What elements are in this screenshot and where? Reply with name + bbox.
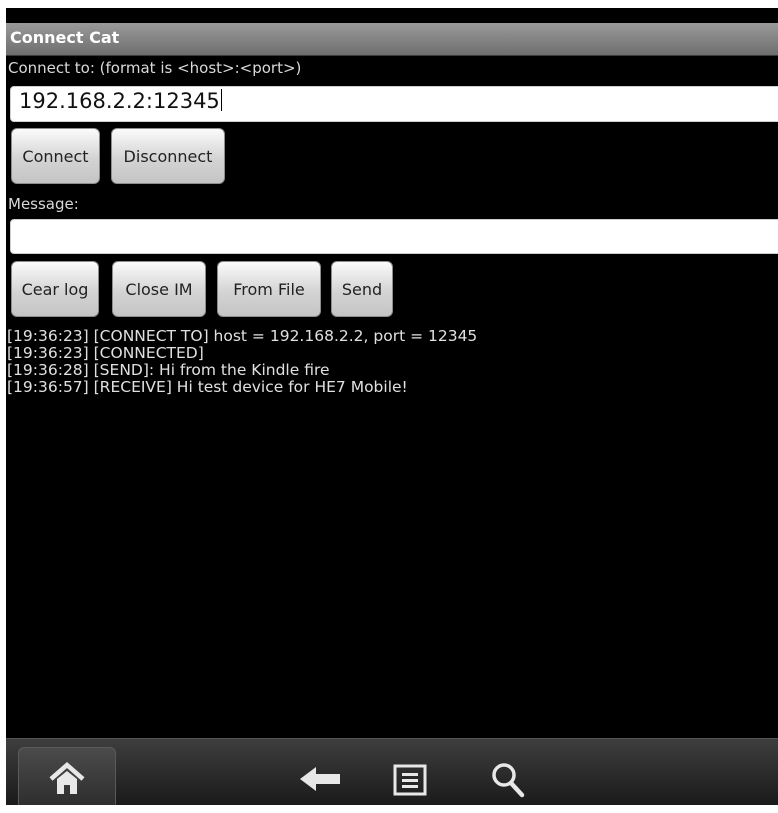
message-label: Message: <box>8 195 79 213</box>
host-input[interactable]: 192.168.2.2:12345 <box>10 86 778 122</box>
home-icon <box>49 761 85 794</box>
from-file-button[interactable]: From File <box>217 261 321 317</box>
text-caret <box>220 89 222 111</box>
connect-button[interactable]: Connect <box>11 128 100 184</box>
home-button[interactable] <box>18 747 116 805</box>
menu-button[interactable] <box>389 761 431 799</box>
host-input-value: 192.168.2.2:12345 <box>19 89 220 113</box>
menu-icon <box>393 764 427 796</box>
close-im-button[interactable]: Close IM <box>112 261 206 317</box>
message-input[interactable] <box>10 219 778 254</box>
send-button[interactable]: Send <box>331 261 393 317</box>
app-screen: Connect Cat Connect to: (format is <host… <box>6 8 778 805</box>
log-line: [19:36:28] [SEND]: Hi from the Kindle fi… <box>7 361 330 379</box>
log-line: [19:36:23] [CONNECTED] <box>7 344 204 362</box>
back-button[interactable] <box>296 761 346 797</box>
navigation-bar <box>6 738 778 805</box>
app-title: Connect Cat <box>10 28 120 47</box>
back-icon <box>300 767 340 791</box>
title-bar: Connect Cat <box>6 23 778 56</box>
log-line: [19:36:57] [RECEIVE] Hi test device for … <box>7 378 408 396</box>
disconnect-button[interactable]: Disconnect <box>111 128 225 184</box>
search-button[interactable] <box>486 759 530 801</box>
message-log: [19:36:23] [CONNECT TO] host = 192.168.2… <box>7 328 477 396</box>
search-icon <box>492 763 525 798</box>
log-line: [19:36:23] [CONNECT TO] host = 192.168.2… <box>7 327 478 345</box>
clear-log-button[interactable]: Cear log <box>11 261 99 317</box>
connect-label: Connect to: (format is <host>:<port>) <box>8 59 302 77</box>
